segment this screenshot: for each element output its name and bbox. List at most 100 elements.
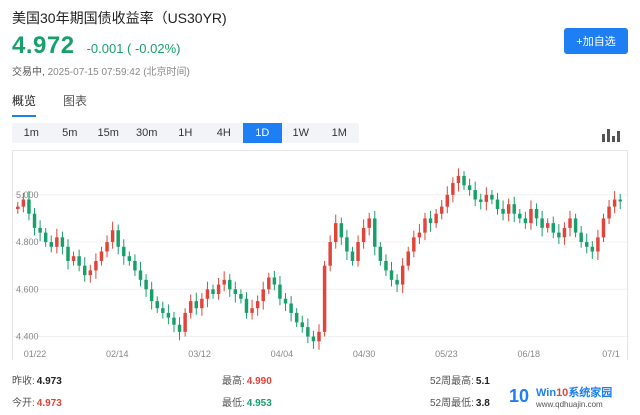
candle-body: [334, 223, 338, 243]
candle-body: [211, 289, 215, 295]
stat-high: 最高: 4.990: [222, 376, 272, 387]
candle-body: [317, 331, 321, 342]
timeframe-1mo[interactable]: 1M: [320, 123, 359, 143]
y-tick-label: 4.400: [16, 332, 39, 342]
candle-body: [27, 199, 31, 214]
timeframe-30m[interactable]: 30m: [128, 123, 167, 143]
candle-body: [205, 289, 210, 299]
y-tick-label: 4.800: [16, 237, 39, 247]
candle-body: [590, 246, 595, 252]
x-tick-label: 02/14: [106, 349, 129, 359]
candle-body: [133, 260, 137, 271]
timeframe-1m[interactable]: 1m: [12, 123, 51, 143]
timeframe-1w[interactable]: 1W: [282, 123, 321, 143]
candle-body: [585, 242, 589, 247]
candle-body: [540, 218, 544, 228]
trading-status: 交易中, 2025-07-15 07:59:42 (北京时间): [12, 63, 190, 78]
candle-body: [322, 265, 327, 332]
candle-body: [439, 206, 444, 214]
candle-body: [88, 270, 93, 276]
candle-body: [400, 265, 405, 285]
candle-body: [423, 218, 427, 233]
stat-open: 今开: 4.973: [12, 398, 62, 409]
candle-body: [21, 199, 26, 207]
candle-body: [43, 232, 48, 243]
view-tabs: 概览 图表: [12, 92, 114, 117]
candle-body: [557, 232, 561, 238]
candle-body: [105, 242, 109, 252]
candle-body: [506, 204, 511, 214]
timeframe-1h[interactable]: 1H: [166, 123, 205, 143]
candle-body: [283, 298, 288, 304]
candle-body: [601, 218, 606, 238]
candle-body: [501, 208, 505, 214]
candle-body: [596, 237, 600, 252]
candle-body: [166, 312, 171, 318]
candle-body: [412, 237, 416, 252]
candle-body: [467, 185, 472, 191]
timeframe-selector: 1m 5m 15m 30m 1H 4H 1D 1W 1M: [12, 123, 359, 143]
candle-body: [479, 199, 483, 202]
tab-overview[interactable]: 概览: [12, 92, 37, 117]
x-tick-label: 03/12: [188, 349, 211, 359]
candle-body: [172, 317, 176, 325]
x-tick-label: 05/23: [435, 349, 458, 359]
candle-body: [71, 256, 76, 261]
x-tick-label: 06/18: [517, 349, 540, 359]
price-chart[interactable]: 5.000 4.800 4.600 4.400 01/22 02/14 03/12 04/04…: [12, 150, 629, 360]
candle-body: [161, 308, 165, 313]
site-watermark: 10 Win10系统家园 www.qdhuajin.com: [505, 380, 637, 412]
timeframe-1d[interactable]: 1D: [243, 123, 282, 143]
candle-body: [612, 199, 617, 207]
candle-body: [144, 279, 148, 290]
candle-body: [300, 322, 304, 328]
timeframe-15m[interactable]: 15m: [89, 123, 128, 143]
timeframe-4h[interactable]: 4H: [205, 123, 244, 143]
watermark-url: www.qdhuajin.com: [536, 399, 603, 409]
candle-body: [356, 242, 360, 261]
candle-body: [55, 237, 59, 247]
tab-chart[interactable]: 图表: [63, 92, 87, 117]
candle-body: [99, 251, 104, 261]
watermark-logo: 10: [508, 385, 530, 406]
candle-body: [484, 194, 489, 202]
candle-body: [462, 175, 466, 186]
candle-body: [523, 218, 528, 224]
stat-52w-high: 52周最高: 5.1: [430, 376, 490, 387]
candle-body: [378, 246, 383, 261]
candle-body: [618, 199, 622, 202]
candle-body: [138, 270, 143, 280]
candle-body: [233, 289, 238, 295]
last-price: 4.972: [12, 32, 75, 59]
candle-body: [222, 279, 226, 285]
candle-body: [607, 206, 611, 219]
candle-body: [545, 223, 550, 228]
chart-type-icon[interactable]: [600, 124, 622, 142]
candle-body: [428, 218, 433, 224]
candle-body: [456, 175, 461, 183]
candle-body: [445, 194, 450, 207]
candle-body: [395, 279, 399, 285]
stat-52w-low: 52周最低: 3.8: [430, 398, 490, 409]
stat-prev-close: 昨收: 4.973: [12, 376, 62, 387]
candle-body: [473, 190, 477, 200]
candle-body: [406, 251, 410, 266]
candle-body: [345, 237, 349, 252]
candle-body: [518, 213, 522, 219]
timeframe-5m[interactable]: 5m: [51, 123, 90, 143]
candle-body: [278, 284, 282, 299]
candle-body: [367, 218, 371, 228]
candle-body: [512, 204, 516, 214]
candlestick-chart: 5.000 4.800 4.600 4.400 01/22 02/14 03/12 04/04…: [13, 168, 629, 359]
candle-body: [66, 246, 70, 261]
x-tick-label: 04/04: [271, 349, 294, 359]
y-tick-label: 4.600: [16, 284, 39, 294]
candle-body: [155, 301, 159, 309]
candle-body: [127, 256, 132, 261]
price-change: -0.001 ( -0.02%): [86, 41, 181, 56]
add-to-watchlist-button[interactable]: +加自选: [564, 28, 628, 54]
candle-body: [534, 208, 539, 219]
candle-body: [122, 246, 126, 257]
candle-body: [177, 324, 182, 332]
candle-body: [188, 301, 193, 313]
